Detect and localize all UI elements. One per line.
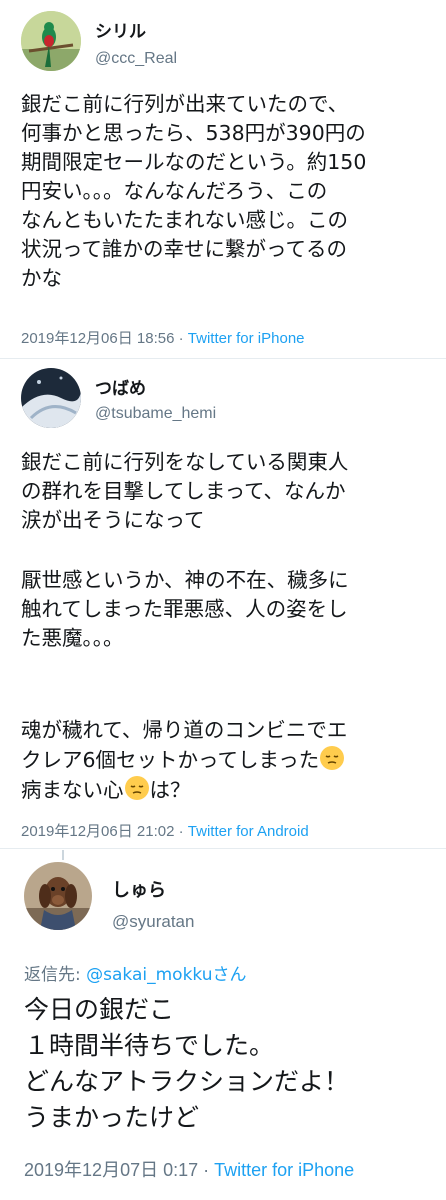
divider: [0, 358, 446, 359]
meta-separator: ·: [198, 1160, 215, 1180]
meta-separator: ·: [174, 330, 188, 347]
thread-connector-line: [62, 850, 64, 860]
avatar-image-dog: [24, 862, 92, 930]
pensive-face-emoji-icon: [124, 775, 150, 801]
tweet-text-segment: 病まない心: [21, 778, 124, 802]
handle[interactable]: @tsubame_hemi: [95, 405, 216, 423]
source-link[interactable]: Twitter for Android: [188, 823, 309, 840]
tweet-paragraph-2: 厭世感というか、神の不在、穢多に 触れてしまった罪悪感、人の姿をし た悪魔。。。: [21, 568, 349, 650]
avatar-image-bird: [21, 11, 81, 71]
reply-mention-link[interactable]: @sakai_mokkuさん: [86, 965, 246, 985]
display-name[interactable]: しゅら: [112, 876, 166, 902]
tweet-text-segment: は？: [149, 778, 191, 802]
avatar-image-snow: [21, 368, 81, 428]
tweet-paragraph-1: 銀だこ前に行列をなしている関東人 の群れを目撃してしまって、なんか 涙が出そうに…: [21, 450, 349, 532]
tweet-text: 銀だこ前に行列が出来ていたので、 何事かと思ったら、538円が390円の 期間限…: [21, 92, 367, 290]
source-link[interactable]: Twitter for iPhone: [188, 330, 305, 347]
display-name[interactable]: シリル: [95, 17, 146, 42]
reply-context: 返信先: @sakai_mokkuさん: [24, 960, 247, 985]
timestamp[interactable]: 2019年12月07日 0:17: [24, 1160, 198, 1180]
avatar[interactable]: [21, 11, 81, 71]
meta-separator: ·: [174, 823, 188, 840]
tweet-meta: 2019年12月07日 0:17 · Twitter for iPhone: [24, 1156, 354, 1182]
source-link[interactable]: Twitter for iPhone: [214, 1160, 354, 1180]
display-name[interactable]: つばめ: [95, 374, 146, 399]
handle[interactable]: @ccc_Real: [95, 50, 177, 68]
pensive-face-emoji-icon: [319, 745, 345, 771]
tweet-paragraph-3: 魂が穢れて、帰り道のコンビニでエ クレア6個セットかってしまった病まない心 は？: [21, 715, 445, 805]
tweet-meta: 2019年12月06日 18:56 · Twitter for iPhone: [21, 327, 305, 348]
tweet-text-segment: 魂が穢れて、帰り道のコンビニでエ クレア6個セットかってしまった: [21, 718, 348, 772]
avatar[interactable]: [21, 368, 81, 428]
divider: [0, 848, 446, 849]
tweet-1[interactable]: シリル @ccc_Real 銀だこ前に行列が出来ていたので、 何事かと思ったら、…: [0, 0, 446, 360]
timestamp[interactable]: 2019年12月06日 18:56: [21, 330, 174, 347]
reply-prefix: 返信先:: [24, 965, 87, 985]
tweet-meta: 2019年12月06日 21:02 · Twitter for Android: [21, 820, 309, 841]
tweet-text: 今日の銀だこ １時間半待ちでした。 どんなアトラクションだよ！ うまかったけど: [24, 995, 350, 1132]
tweet-3[interactable]: しゅら @syuratan 返信先: @sakai_mokkuさん 今日の銀だこ…: [0, 850, 446, 1200]
timestamp[interactable]: 2019年12月06日 21:02: [21, 823, 174, 840]
handle[interactable]: @syuratan: [112, 912, 194, 932]
tweet-2[interactable]: つばめ @tsubame_hemi 銀だこ前に行列をなしている関東人 の群れを目…: [0, 360, 446, 850]
avatar[interactable]: [24, 862, 92, 930]
